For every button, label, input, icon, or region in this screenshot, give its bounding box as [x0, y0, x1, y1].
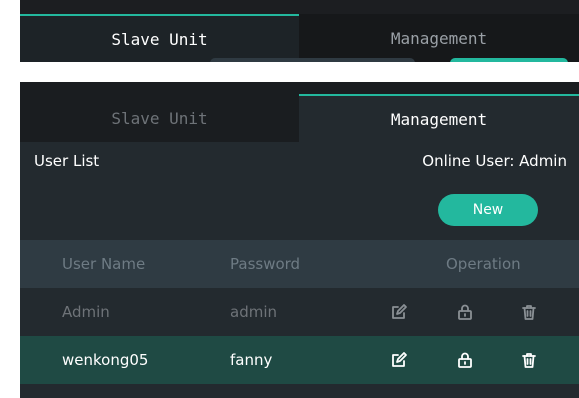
lock-icon[interactable] [454, 349, 476, 371]
password-cell: admin [230, 303, 277, 321]
partial-field [210, 58, 415, 62]
screen: Slave Unit Management Slave Unit Managem… [0, 0, 579, 398]
delete-icon[interactable] [518, 301, 540, 323]
management-panel: Slave Unit Management User List Online U… [20, 82, 579, 398]
user-list-label: User List [34, 152, 100, 170]
lock-icon[interactable] [454, 301, 476, 323]
partial-button[interactable] [450, 58, 568, 62]
edit-icon[interactable] [388, 349, 410, 371]
top-tab-strip: Slave Unit Management [20, 0, 579, 62]
header-operation: Operation [446, 255, 521, 273]
user-name-cell: Admin [62, 303, 110, 321]
new-user-button[interactable]: New [438, 194, 538, 226]
edit-icon[interactable] [388, 301, 410, 323]
tab-slave-unit[interactable]: Slave Unit [20, 94, 299, 142]
delete-icon[interactable] [518, 349, 540, 371]
header-user-name: User Name [62, 255, 146, 273]
tab-slave-unit-top[interactable]: Slave Unit [20, 14, 299, 62]
table-row[interactable]: Admin admin [20, 288, 579, 336]
table-header: User Name Password Operation [20, 240, 579, 288]
table-row-selected[interactable]: wenkong05 fanny [20, 336, 579, 384]
user-name-cell: wenkong05 [62, 351, 149, 369]
tab-management[interactable]: Management [299, 94, 579, 142]
online-user-label: Online User: Admin [422, 152, 567, 170]
tab-management-top[interactable]: Management [299, 14, 579, 62]
password-cell: fanny [230, 351, 273, 369]
management-content: User List Online User: Admin New User Na… [20, 142, 579, 398]
header-password: Password [230, 255, 301, 273]
